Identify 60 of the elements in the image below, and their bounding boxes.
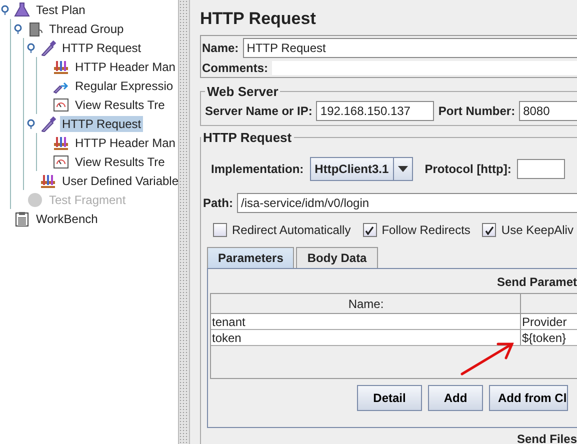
implementation-dropdown[interactable]: HttpClient3.1	[310, 157, 413, 181]
checkbox[interactable]	[213, 223, 227, 237]
table-cell: tenant	[211, 314, 521, 329]
server-field[interactable]: 192.168.150.137	[316, 101, 434, 121]
name-field[interactable]: HTTP Request	[242, 38, 577, 58]
section-title: Send Paramet	[496, 275, 577, 289]
tree-item[interactable]: HTTP Request	[60, 116, 144, 132]
server-label: Server Name or IP:	[205, 104, 312, 118]
tree-item[interactable]: View Results Tre	[73, 96, 167, 112]
expand-handle-icon[interactable]	[0, 4, 10, 14]
test-tube-rack-icon	[53, 58, 69, 74]
group-title: HTTP Request	[202, 130, 293, 145]
checkbox[interactable]	[482, 223, 496, 237]
tree-item[interactable]: Regular Expressio	[73, 78, 176, 94]
protocol-field[interactable]	[517, 159, 566, 179]
expand-handle-icon[interactable]	[26, 118, 36, 128]
gauge-icon	[53, 154, 69, 170]
tree-item[interactable]: User Defined Variable	[60, 172, 178, 188]
clipboard-icon	[14, 210, 30, 226]
tree-item[interactable]: View Results Tre	[73, 154, 167, 170]
pipette-icon	[40, 40, 56, 56]
port-field[interactable]: 8080	[519, 101, 577, 121]
test-tube-rack-icon	[53, 134, 69, 150]
tree-item[interactable]: Thread Group	[47, 20, 126, 36]
spool-icon	[27, 20, 43, 36]
checkbox-label: Use KeepAliv	[501, 223, 574, 237]
tree-item[interactable]: HTTP Header Man	[73, 134, 178, 150]
table-cell: Provider	[521, 314, 577, 329]
checkbox-label: Follow Redirects	[382, 223, 470, 237]
tree-item[interactable]: HTTP Header Man	[73, 58, 178, 74]
protocol-label: Protocol [http]:	[424, 162, 512, 176]
flask-icon	[14, 2, 30, 18]
port-label: Port Number:	[438, 104, 516, 118]
table-cell: ${token}	[521, 330, 577, 345]
name-label: Name:	[202, 41, 239, 55]
circle-icon	[27, 192, 43, 208]
action-button[interactable]: Add from Cl	[489, 385, 568, 411]
tree-item[interactable]: HTTP Request	[60, 40, 144, 56]
table-cell: token	[211, 330, 521, 345]
gauge-icon	[53, 96, 69, 112]
path-field[interactable]: /isa-service/idm/v0/login	[237, 193, 577, 213]
action-button[interactable]: Add	[428, 385, 483, 411]
path-label: Path:	[203, 196, 233, 210]
caret-icon	[398, 166, 408, 172]
checkbox[interactable]	[362, 223, 377, 237]
tree-item[interactable]: WorkBench	[34, 210, 100, 226]
expand-handle-icon[interactable]	[26, 42, 36, 52]
section-title: Send Files	[516, 432, 577, 444]
pipette-icon	[40, 116, 56, 132]
panel-title: HTTP Request	[200, 9, 317, 29]
checkbox-label: Redirect Automatically	[232, 223, 351, 237]
comments-label: Comments:	[202, 61, 268, 75]
tab[interactable]: Body Data	[296, 247, 378, 268]
tree-item[interactable]: Test Plan	[34, 2, 88, 18]
action-button[interactable]: Detail	[357, 385, 422, 411]
tab[interactable]: Parameters	[207, 247, 294, 268]
expand-handle-icon[interactable]	[13, 24, 23, 34]
test-tube-rack-icon	[40, 172, 56, 188]
group-title: Web Server	[206, 84, 280, 99]
implementation-label: Implementation:	[211, 162, 304, 176]
